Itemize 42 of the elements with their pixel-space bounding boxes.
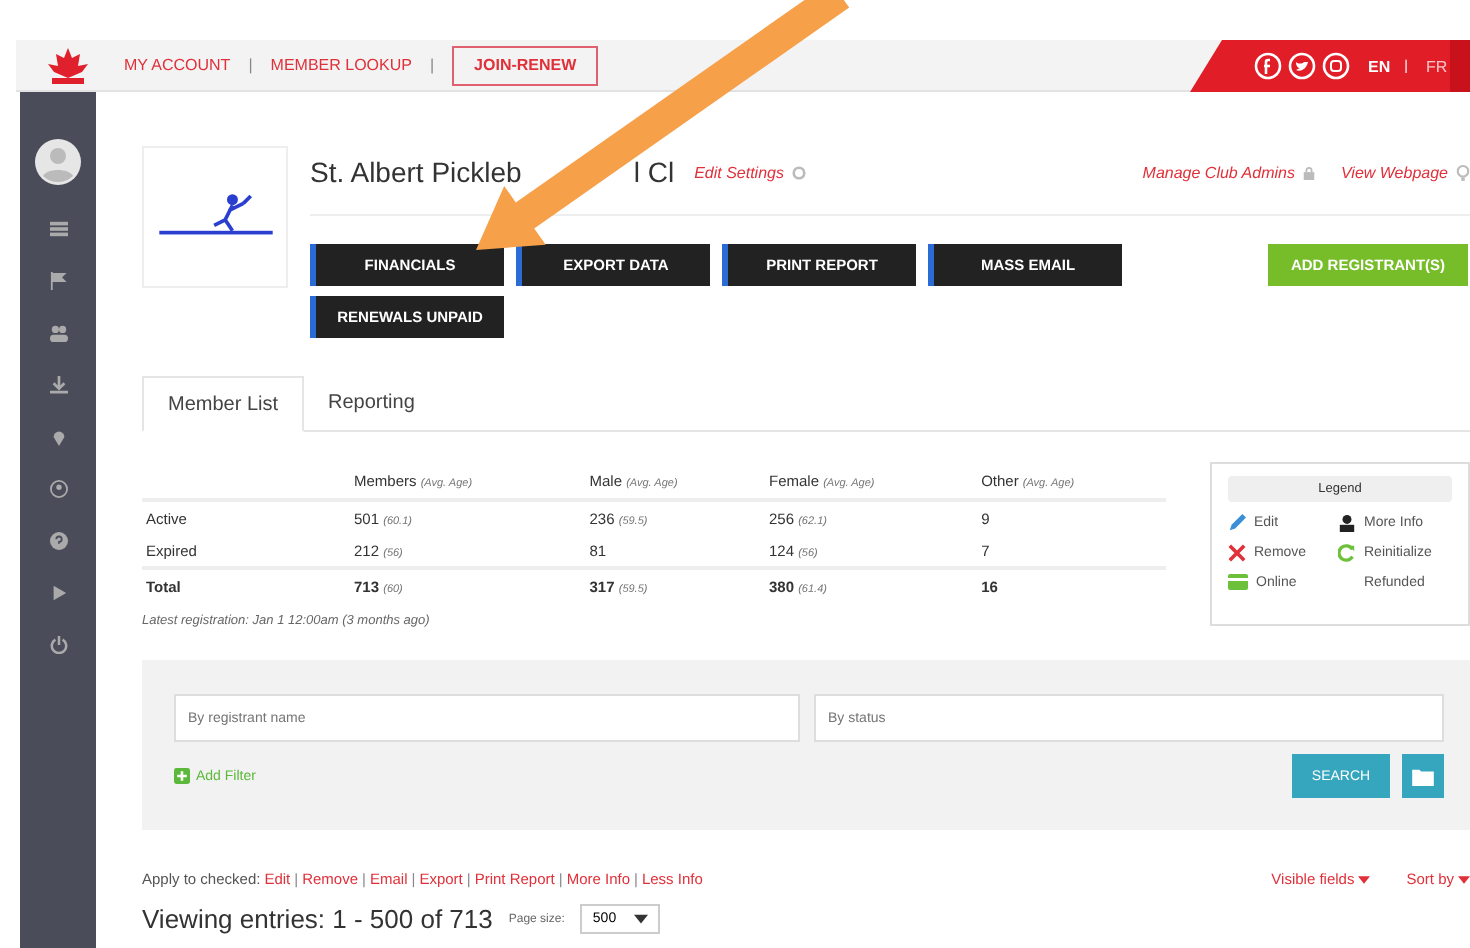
lock-icon [1302,165,1317,179]
language-link[interactable]: EN [1368,57,1391,75]
power-icon[interactable] [49,636,67,654]
folder-button[interactable] [1402,754,1444,798]
bulb-icon [1456,163,1470,181]
nav-link[interactable]: MEMBER LOOKUP [270,56,412,74]
download-icon[interactable] [49,376,67,394]
club-title: l Cl [633,156,675,188]
instagram-icon[interactable] [1322,52,1350,80]
nav-link[interactable]: MY ACCOUNT [124,56,231,74]
separator: | [429,56,435,74]
play-icon[interactable] [49,584,67,602]
plus-icon [174,768,190,784]
edit-settings-link[interactable]: Edit Settings [694,163,784,181]
facebook-icon[interactable] [1254,52,1282,80]
group-icon[interactable] [49,324,67,342]
caret-icon [634,914,649,924]
club-title: St. Albert Pickleb [310,156,522,188]
user-icon[interactable] [49,480,67,498]
view-webpage-link[interactable]: View Webpage [1340,163,1448,181]
grid-icon[interactable] [49,220,67,238]
refresh-icon [1338,544,1356,562]
caret-icon [1458,875,1470,883]
tab[interactable]: Member List [142,376,305,432]
header-accent [1450,40,1470,92]
separator: | [248,56,253,74]
cross-icon [1228,544,1246,562]
help-icon[interactable] [49,532,67,550]
join-renew-button[interactable]: JOIN-RENEW [452,45,599,85]
language-link[interactable]: FR [1425,57,1448,75]
viewing-entries: Viewing entries: 1 - 500 of 713 [142,904,493,934]
manage-admins-link[interactable]: Manage Club Admins [1142,163,1295,181]
flag-icon[interactable] [49,272,67,290]
avatar-icon[interactable] [34,138,82,186]
person-icon [1338,514,1356,532]
twitter-icon[interactable] [1288,52,1316,80]
folder-icon [1412,767,1434,785]
caret-icon [1358,875,1371,883]
tab[interactable]: Reporting [304,376,439,430]
card-icon [1228,574,1248,590]
pin-icon[interactable] [49,428,67,446]
pencil-icon [1228,514,1246,532]
